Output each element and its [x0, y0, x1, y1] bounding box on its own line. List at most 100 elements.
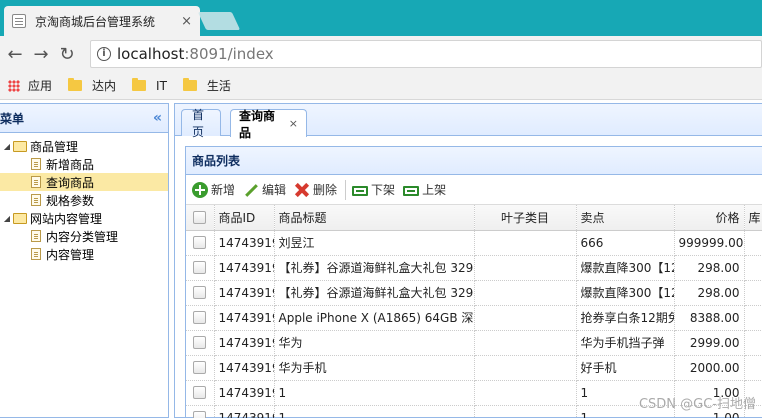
cell-title: 1	[274, 380, 475, 406]
tree-node-add-product[interactable]: 新增商品	[0, 155, 168, 173]
cell-sellpoint: 爆款直降300【12	[576, 255, 675, 281]
new-tab-button[interactable]	[197, 12, 241, 30]
row-checkbox[interactable]	[193, 411, 207, 418]
tree-node-query-product[interactable]: 查询商品	[0, 173, 168, 191]
remove-button[interactable]: 删除	[294, 181, 337, 198]
cell-category	[474, 405, 577, 418]
row-checkbox[interactable]	[193, 286, 207, 299]
folder-open-icon	[13, 140, 27, 152]
cell-stock	[744, 255, 762, 281]
file-icon	[31, 230, 41, 242]
cell-stock	[744, 355, 762, 381]
cell-id: 14743919	[214, 355, 275, 381]
table-row[interactable]: 14743919 【礼券】谷源道海鲜礼盒大礼包 3298 爆款直降300【12 …	[186, 280, 762, 306]
cell-title: 华为	[274, 330, 475, 356]
row-checkbox[interactable]	[193, 236, 207, 249]
toolbar: 新增 编辑 删除 下架 上架	[186, 175, 762, 205]
url-host: localhost	[117, 45, 185, 63]
page-favicon-icon	[12, 14, 26, 28]
add-button[interactable]: 新增	[192, 181, 235, 198]
pencil-icon	[243, 182, 259, 198]
folder-open-icon	[13, 212, 27, 224]
collapse-icon[interactable]: «	[153, 110, 162, 126]
cell-sellpoint: 666	[576, 230, 675, 256]
cell-sellpoint: 爆款直降300【12	[576, 280, 675, 306]
bookmark-folder-life[interactable]: 生活	[182, 77, 231, 94]
bookmark-label: IT	[156, 78, 167, 93]
cell-price: 298.00	[674, 255, 745, 281]
edit-button[interactable]: 编辑	[243, 181, 286, 198]
close-icon[interactable]: ×	[289, 117, 298, 130]
onshelf-button[interactable]: 上架	[403, 181, 446, 198]
tree-node-label: 内容分类管理	[46, 229, 119, 244]
cell-category	[474, 380, 577, 406]
info-icon[interactable]: i	[97, 47, 111, 61]
tree-node-label: 规格参数	[46, 193, 95, 208]
row-checkbox[interactable]	[193, 311, 207, 324]
cell-stock	[744, 305, 762, 331]
cell-id: 14743919	[214, 380, 275, 406]
expand-triangle-icon[interactable]: ◢	[2, 214, 12, 223]
product-list-panel: 商品列表 新增 编辑 删除 下架 上架 商品ID 商品标题 叶子类目 卖点 价格…	[185, 146, 762, 418]
minus-bar-icon	[403, 185, 420, 196]
row-checkbox[interactable]	[193, 336, 207, 349]
tab-query-product[interactable]: 查询商品 ×	[230, 109, 307, 140]
tree-node-label: 商品管理	[30, 139, 79, 154]
column-header[interactable]: 商品标题	[274, 205, 475, 231]
offshelf-button[interactable]: 下架	[352, 181, 395, 198]
tab-home[interactable]: 首页	[181, 108, 221, 139]
bookmark-folder-it[interactable]: IT	[132, 78, 167, 93]
bookmark-label: 达内	[92, 79, 117, 93]
forward-arrow-icon[interactable]: →	[30, 44, 52, 65]
bookmark-folder-danei[interactable]: 达内	[68, 77, 116, 94]
table-row[interactable]: 14743919 华为手机 好手机 2000.00	[186, 355, 762, 381]
table-row[interactable]: 14743919 Apple iPhone X (A1865) 64GB 深空 …	[186, 305, 762, 331]
tree-node-site-content[interactable]: ◢ 网站内容管理	[0, 209, 168, 227]
column-header[interactable]: 库	[744, 205, 762, 231]
table-row[interactable]: 14743919 华为 华为手机挡子弹 2999.00	[186, 330, 762, 356]
column-header[interactable]: 叶子类目	[474, 205, 577, 231]
folder-icon	[68, 78, 83, 91]
browser-tab-title: 京淘商城后台管理系统	[35, 14, 156, 29]
row-checkbox[interactable]	[193, 361, 207, 374]
column-header[interactable]: 卖点	[576, 205, 675, 231]
tree-node-content-management[interactable]: 内容管理	[0, 245, 168, 263]
tree-node-product-management[interactable]: ◢ 商品管理	[0, 137, 168, 155]
close-tab-icon[interactable]: ×	[181, 14, 192, 29]
address-row: ← → ↻ i localhost:8091/index	[0, 36, 762, 72]
table-row[interactable]: 14743919 刘昱江 666 999999.00	[186, 230, 762, 256]
app-area: 菜单 « ◢ 商品管理 新增商品 查询商品 规格参数 ◢ 网站内容管理 内容分类…	[0, 101, 762, 418]
content-area: 首页 查询商品 × 商品列表 新增 编辑 删除 下架 上架 商品ID 商品标题 …	[174, 103, 762, 418]
delete-x-icon	[294, 182, 310, 198]
cell-stock	[744, 280, 762, 306]
tree-node-label: 内容管理	[46, 247, 95, 262]
reload-icon[interactable]: ↻	[56, 44, 78, 65]
back-arrow-icon[interactable]: ←	[4, 44, 26, 65]
address-bar[interactable]: i localhost:8091/index	[90, 40, 762, 68]
tree-node-spec-params[interactable]: 规格参数	[0, 191, 168, 209]
tree-node-content-category[interactable]: 内容分类管理	[0, 227, 168, 245]
browser-tab[interactable]: 京淘商城后台管理系统 ×	[4, 6, 200, 36]
cell-sellpoint: 华为手机挡子弹	[576, 330, 675, 356]
table-row[interactable]: 14743919 【礼券】谷源道海鲜礼盒大礼包 3298 爆款直降300【12 …	[186, 255, 762, 281]
column-header[interactable]: 价格	[674, 205, 745, 231]
cell-title: 刘昱江	[274, 230, 475, 256]
expand-triangle-icon[interactable]: ◢	[2, 142, 12, 151]
bookmark-label: 生活	[206, 79, 231, 93]
cell-category	[474, 280, 577, 306]
cell-price: 2999.00	[674, 330, 745, 356]
column-header[interactable]: 商品ID	[214, 205, 275, 231]
folder-icon	[182, 78, 197, 91]
bookmark-label: 应用	[28, 79, 53, 93]
tree-node-label: 新增商品	[46, 157, 95, 172]
watermark: CSDN @GC-扫地僧	[638, 397, 756, 412]
offshelf-button-label: 下架	[371, 183, 396, 197]
row-checkbox[interactable]	[193, 386, 207, 399]
cell-price: 2000.00	[674, 355, 745, 381]
row-checkbox[interactable]	[193, 261, 207, 274]
select-all-checkbox[interactable]	[193, 210, 207, 224]
select-all-header[interactable]	[186, 205, 215, 231]
menu-panel: 菜单 « ◢ 商品管理 新增商品 查询商品 规格参数 ◢ 网站内容管理 内容分类…	[0, 103, 169, 418]
bookmark-apps[interactable]: 应用	[8, 77, 52, 94]
add-icon	[192, 181, 208, 198]
